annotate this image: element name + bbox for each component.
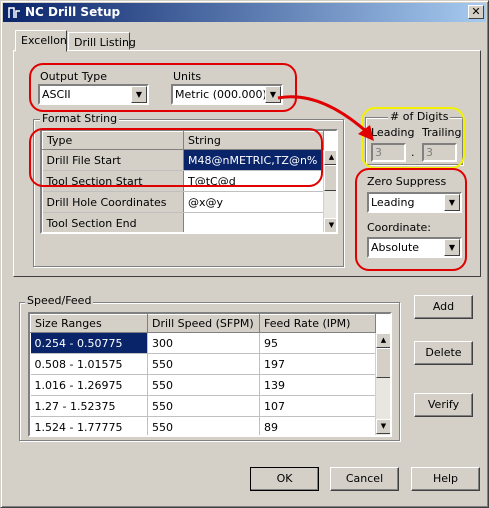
close-icon: ✕ — [471, 5, 481, 18]
add-button-label: Add — [432, 300, 455, 313]
table-row[interactable]: Tool Section Start T@tC@d — [42, 170, 324, 192]
size-range-cell[interactable]: 1.524 - 1.77775 — [30, 416, 148, 435]
delete-button[interactable]: Delete — [414, 341, 473, 365]
chevron-down-icon[interactable]: ▼ — [444, 239, 460, 256]
digits-label: # of Digits — [388, 110, 451, 123]
feed-rate-cell[interactable]: 107 — [259, 395, 376, 417]
format-string-scrollbar[interactable]: ▲ ▼ — [323, 150, 336, 232]
feed-rate-cell[interactable]: 95 — [259, 332, 376, 354]
feed-rate-cell[interactable]: 89 — [259, 416, 376, 435]
column-header-type[interactable]: Type — [42, 131, 184, 150]
ok-button[interactable]: OK — [250, 467, 319, 491]
column-header-feed-rate[interactable]: Feed Rate (IPM) — [259, 314, 376, 333]
table-row[interactable]: Drill Hole Coordinates @x@y — [42, 191, 324, 213]
trailing-digits-input[interactable]: 3 — [422, 143, 457, 162]
table-row[interactable]: 1.016 - 1.26975 550 139 — [30, 374, 376, 396]
delete-button-label: Delete — [425, 346, 462, 359]
column-header-drill-speed[interactable]: Drill Speed (SFPM) — [147, 314, 260, 333]
trailing-digits-value: 3 — [426, 146, 433, 159]
coordinate-value: Absolute — [371, 241, 420, 254]
title-bar[interactable]: NC Drill Setup ✕ — [3, 3, 486, 22]
coordinate-label: Coordinate: — [367, 221, 432, 234]
format-type-cell: Tool Section End — [42, 212, 184, 232]
zero-suppress-label: Zero Suppress — [367, 175, 447, 188]
verify-button-label: Verify — [427, 398, 460, 411]
scroll-thumb[interactable] — [376, 348, 390, 378]
tab-excellon-label: Excellon — [21, 34, 67, 47]
app-icon — [8, 7, 20, 18]
size-range-cell[interactable]: 1.016 - 1.26975 — [30, 374, 148, 396]
speed-feed-label: Speed/Feed — [25, 294, 94, 307]
chevron-down-icon[interactable]: ▼ — [444, 194, 460, 211]
output-type-label: Output Type — [40, 70, 107, 83]
cancel-button-label: Cancel — [345, 472, 384, 485]
scroll-down-icon[interactable]: ▼ — [376, 419, 390, 434]
tab-drill-listing-label: Drill Listing — [74, 36, 136, 49]
verify-button[interactable]: Verify — [414, 393, 473, 417]
close-button[interactable]: ✕ — [468, 5, 484, 19]
drill-speed-cell[interactable]: 300 — [147, 332, 260, 354]
format-type-cell: Drill File Start — [42, 149, 184, 171]
drill-speed-cell[interactable]: 550 — [147, 395, 260, 417]
ok-button-label: OK — [276, 472, 293, 485]
zero-suppress-value: Leading — [371, 196, 415, 209]
format-string-cell[interactable] — [183, 212, 324, 232]
table-row[interactable]: 0.254 - 0.50775 300 95 — [30, 332, 376, 354]
table-row[interactable]: Tool Section End — [42, 212, 324, 232]
size-range-cell[interactable]: 0.508 - 1.01575 — [30, 353, 148, 375]
format-string-cell[interactable]: @x@y — [183, 191, 324, 213]
table-row[interactable]: 1.524 - 1.77775 550 89 — [30, 416, 376, 435]
digits-separator: . — [411, 146, 415, 159]
format-type-cell: Drill Hole Coordinates — [42, 191, 184, 213]
scroll-up-icon[interactable]: ▲ — [376, 333, 390, 348]
help-button[interactable]: Help — [411, 467, 480, 491]
scroll-thumb[interactable] — [324, 165, 336, 191]
annotation-arrow — [277, 95, 374, 141]
size-range-cell[interactable]: 1.27 - 1.52375 — [30, 395, 148, 417]
feed-rate-cell[interactable]: 197 — [259, 353, 376, 375]
zero-suppress-select[interactable]: Leading ▼ — [367, 192, 462, 213]
tab-drill-listing[interactable]: Drill Listing — [68, 32, 136, 50]
help-button-label: Help — [432, 472, 459, 485]
speed-feed-grid[interactable]: Size Ranges Drill Speed (SFPM) Feed Rate… — [28, 312, 392, 437]
column-header-size-ranges[interactable]: Size Ranges — [30, 314, 148, 333]
table-row[interactable]: 0.508 - 1.01575 550 197 — [30, 353, 376, 375]
table-row[interactable]: 1.27 - 1.52375 550 107 — [30, 395, 376, 417]
add-button[interactable]: Add — [414, 295, 473, 319]
chevron-down-icon[interactable]: ▼ — [131, 86, 147, 103]
units-label: Units — [173, 70, 202, 83]
size-range-cell[interactable]: 0.254 - 0.50775 — [30, 332, 148, 354]
speed-feed-scrollbar[interactable]: ▲ ▼ — [375, 333, 390, 435]
output-type-value: ASCII — [42, 88, 71, 101]
units-value: Metric (000.000) — [175, 88, 267, 101]
trailing-label: Trailing — [422, 126, 462, 139]
drill-speed-cell[interactable]: 550 — [147, 353, 260, 375]
format-string-cell[interactable]: T@tC@d — [183, 170, 324, 192]
format-type-cell: Tool Section Start — [42, 170, 184, 192]
output-type-select[interactable]: ASCII ▼ — [38, 84, 149, 105]
window-title: NC Drill Setup — [25, 5, 121, 19]
coordinate-select[interactable]: Absolute ▼ — [367, 237, 462, 258]
cancel-button[interactable]: Cancel — [330, 467, 399, 491]
feed-rate-cell[interactable]: 139 — [259, 374, 376, 396]
speed-feed-table: Size Ranges Drill Speed (SFPM) Feed Rate… — [30, 314, 376, 435]
tab-excellon[interactable]: Excellon — [15, 30, 67, 52]
drill-speed-cell[interactable]: 550 — [147, 416, 260, 435]
drill-speed-cell[interactable]: 550 — [147, 374, 260, 396]
scroll-down-icon[interactable]: ▼ — [324, 218, 336, 232]
format-string-label: Format String — [40, 112, 120, 125]
